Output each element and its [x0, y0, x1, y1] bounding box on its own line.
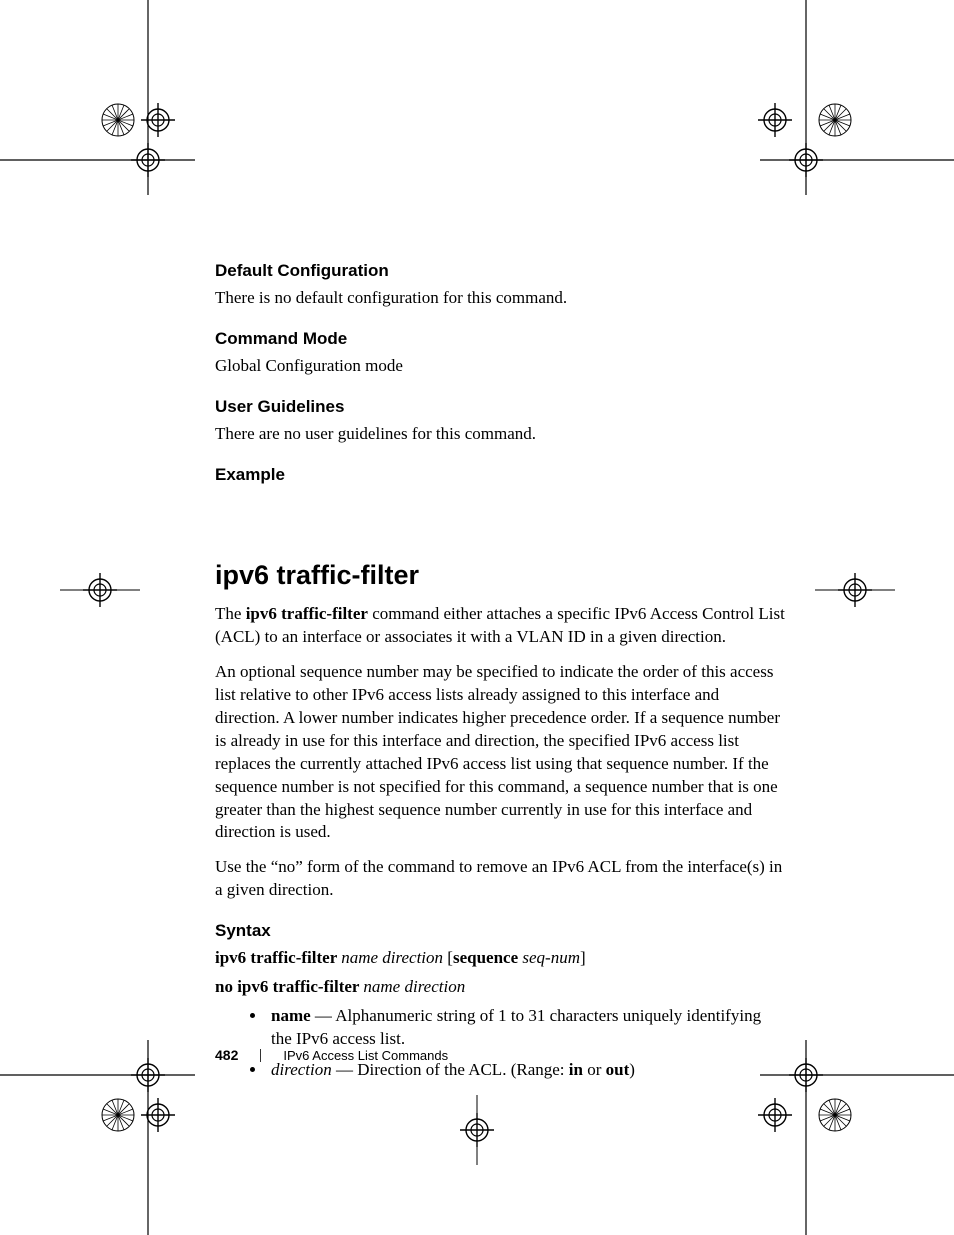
heading-example: Example [215, 464, 785, 487]
command-para3: Use the “no” form of the command to remo… [215, 856, 785, 902]
command-intro: The ipv6 traffic-filter command either a… [215, 603, 785, 649]
syntax-param1: name direction [341, 948, 443, 967]
syntax-line2: no ipv6 traffic-filter name direction [215, 976, 785, 999]
syntax-bracket-close: ] [580, 948, 586, 967]
intro-bold: ipv6 traffic-filter [246, 604, 368, 623]
syntax-no-params: name direction [363, 977, 465, 996]
command-para2: An optional sequence number may be speci… [215, 661, 785, 845]
command-title: ipv6 traffic-filter [215, 557, 785, 593]
intro-pre: The [215, 604, 246, 623]
page-content: Default Configuration There is no defaul… [215, 260, 785, 1090]
text-or: or [583, 1060, 606, 1079]
heading-syntax: Syntax [215, 920, 785, 943]
text-default-configuration: There is no default configuration for th… [215, 287, 785, 310]
syntax-cmd: ipv6 traffic-filter [215, 948, 341, 967]
syntax-line1: ipv6 traffic-filter name direction [sequ… [215, 947, 785, 970]
heading-default-configuration: Default Configuration [215, 260, 785, 283]
syntax-no-cmd: no ipv6 traffic-filter [215, 977, 363, 996]
page-number: 482 [215, 1047, 238, 1063]
syntax-bullet-list: name — Alphanumeric string of 1 to 31 ch… [215, 1005, 785, 1082]
footer-divider [260, 1049, 261, 1062]
syntax-keyword: sequence [453, 948, 522, 967]
param-desc: — Alphanumeric string of 1 to 31 charact… [271, 1006, 761, 1048]
syntax-bracket-open: [ [443, 948, 453, 967]
keyword-in: in [569, 1060, 583, 1079]
text-close: ) [629, 1060, 635, 1079]
page-footer: 482 IPv6 Access List Commands [215, 1047, 448, 1063]
keyword-out: out [606, 1060, 630, 1079]
param-name: name [271, 1006, 311, 1025]
heading-user-guidelines: User Guidelines [215, 396, 785, 419]
text-user-guidelines: There are no user guidelines for this co… [215, 423, 785, 446]
chapter-title: IPv6 Access List Commands [283, 1048, 448, 1063]
text-command-mode: Global Configuration mode [215, 355, 785, 378]
syntax-param2: seq-num [522, 948, 580, 967]
list-item: name — Alphanumeric string of 1 to 31 ch… [267, 1005, 785, 1051]
heading-command-mode: Command Mode [215, 328, 785, 351]
